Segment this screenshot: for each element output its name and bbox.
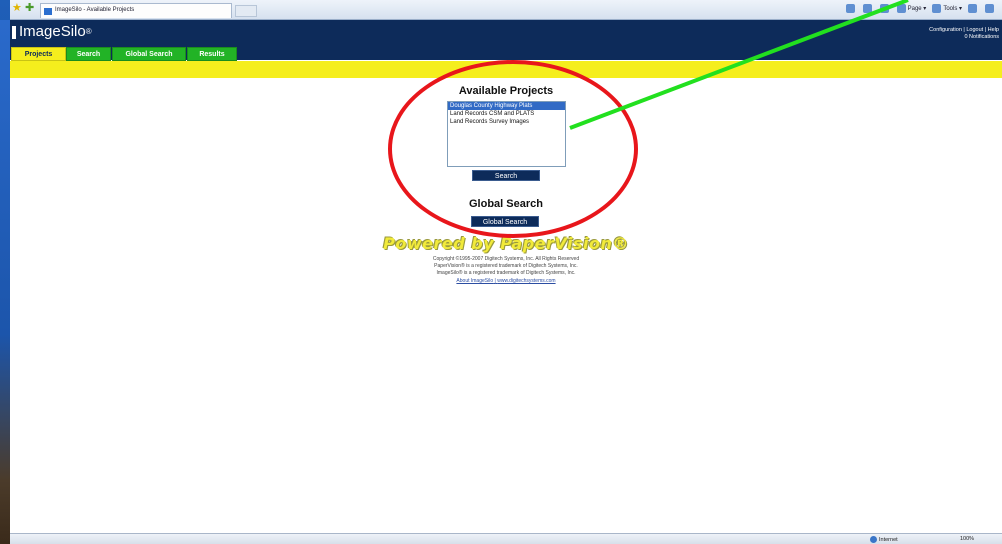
search-button[interactable]: Search	[472, 170, 540, 181]
security-zone: Internet	[870, 536, 898, 543]
browser-command-bar: Page ▾ Tools ▾	[845, 4, 996, 13]
projects-listbox[interactable]: Douglas County Highway Plats Land Record…	[447, 101, 566, 167]
app-header: ImageSilo ® Configuration | Logout | Help…	[10, 20, 1002, 47]
link-separator: |	[494, 278, 496, 284]
browser-toolbar: ★ ✚ ImageSilo - Available Projects Page …	[10, 0, 1002, 20]
app-logo: ImageSilo ®	[12, 23, 92, 41]
tab-results[interactable]: Results	[187, 47, 237, 61]
page-menu[interactable]: Page ▾	[896, 4, 926, 13]
available-projects-heading: Available Projects	[458, 85, 554, 97]
logo-mark-icon	[12, 25, 16, 39]
copyright-line: Copyright ©1995-2007 Digitech Systems, I…	[432, 256, 580, 262]
page-favicon-icon	[44, 8, 52, 15]
global-search-button[interactable]: Global Search	[471, 216, 539, 227]
powered-by-logo: Powered by PaperVision®	[383, 234, 629, 253]
header-links: Configuration | Logout | Help 0 Notifica…	[929, 27, 999, 41]
trademark-line: PaperVision® is a registered trademark o…	[434, 263, 578, 269]
feeds-icon[interactable]	[862, 4, 874, 13]
header-nav-links[interactable]: Configuration | Logout | Help	[929, 27, 999, 34]
page-viewport: ImageSilo ® Configuration | Logout | Help…	[10, 20, 1002, 533]
trademark-line: ImageSilo® is a registered trademark of …	[436, 270, 576, 276]
tools-menu[interactable]: Tools ▾	[932, 4, 962, 13]
project-option[interactable]: Land Records Survey Images	[448, 118, 565, 126]
app-logo-text: ImageSilo	[19, 23, 86, 40]
research-icon[interactable]	[985, 4, 996, 13]
logo-registered-mark: ®	[85, 27, 92, 36]
tab-underline-band	[10, 61, 1002, 78]
project-option[interactable]: Land Records CSM and PLATS	[448, 110, 565, 118]
globe-icon	[870, 536, 877, 543]
favorites-star-icon[interactable]: ★	[12, 3, 22, 14]
add-favorites-icon[interactable]: ✚	[25, 3, 34, 14]
global-search-heading: Global Search	[469, 198, 543, 210]
browser-tab-title: ImageSilo - Available Projects	[55, 7, 135, 13]
help-icon[interactable]	[968, 4, 979, 13]
browser-tab[interactable]: ImageSilo - Available Projects	[40, 3, 232, 18]
new-tab-button[interactable]	[235, 5, 257, 17]
notifications-link[interactable]: 0 Notifications	[929, 34, 999, 41]
browser-status-bar: Internet 100%	[10, 533, 1002, 544]
about-imagesilo-link[interactable]: About ImageSilo	[456, 278, 493, 284]
background-edge	[0, 20, 10, 544]
tab-search[interactable]: Search	[66, 47, 111, 61]
project-option[interactable]: Douglas County Highway Plats	[448, 102, 565, 110]
home-icon[interactable]	[845, 4, 857, 13]
tab-projects[interactable]: Projects	[11, 47, 66, 61]
footer-links: About ImageSilo | www.digitechsystems.co…	[10, 278, 1002, 285]
website-link[interactable]: www.digitechsystems.com	[497, 278, 555, 284]
tab-global-search[interactable]: Global Search	[112, 47, 186, 61]
print-icon[interactable]	[879, 4, 891, 13]
zoom-level[interactable]: 100%	[960, 536, 974, 542]
